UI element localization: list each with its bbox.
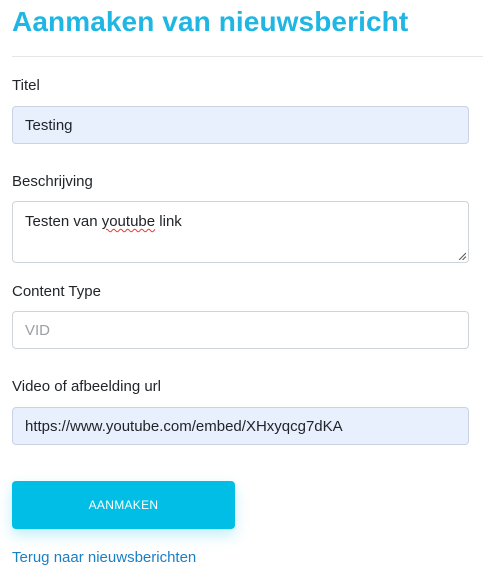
media-url-input[interactable]: https://www.youtube.com/embed/XHxyqcg7dK… — [12, 407, 469, 445]
title-divider — [12, 56, 483, 57]
resize-handle-icon[interactable] — [458, 252, 466, 260]
beschrijving-label: Beschrijving — [12, 173, 93, 190]
titel-label: Titel — [12, 77, 40, 94]
content-type-placeholder: VID — [25, 322, 51, 339]
beschrijving-textarea[interactable]: Testen van youtube link — [12, 201, 469, 263]
beschrijving-text-end: link — [155, 213, 182, 230]
beschrijving-text-start: Testen van — [25, 213, 102, 230]
media-url-label: Video of afbeelding url — [12, 378, 162, 395]
back-to-news-link[interactable]: Terug naar nieuwsberichten — [12, 549, 196, 566]
media-url-value: https://www.youtube.com/embed/XHxyqcg7dK… — [25, 418, 343, 435]
page-title: Aanmaken van nieuwsbericht — [12, 6, 409, 37]
aanmaken-button[interactable]: AANMAKEN — [12, 481, 235, 529]
content-type-label: Content Type — [12, 283, 101, 300]
content-type-input[interactable]: VID — [12, 311, 469, 349]
titel-value: Testing — [25, 117, 73, 134]
spellcheck-word: youtube — [101, 213, 156, 230]
titel-input[interactable]: Testing — [12, 106, 469, 144]
